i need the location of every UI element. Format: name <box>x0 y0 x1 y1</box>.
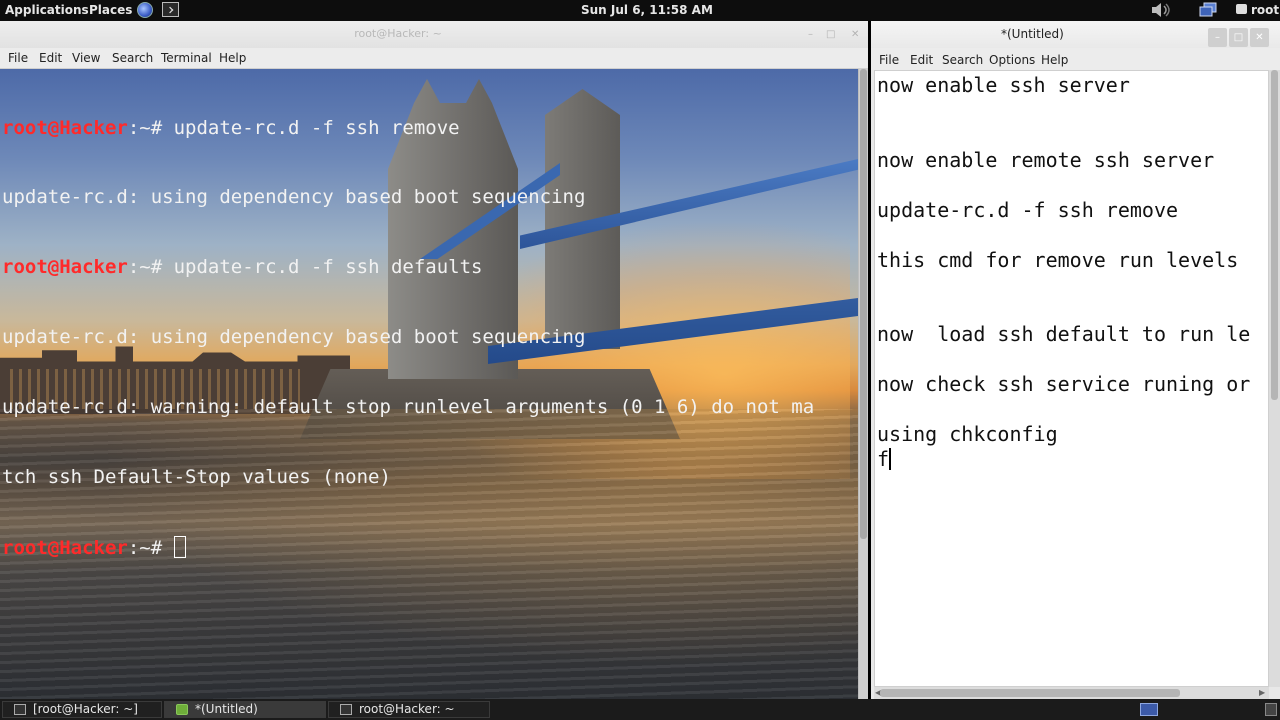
taskbar-item-terminal[interactable]: [root@Hacker: ~] <box>2 701 162 718</box>
prompt-path: :~# <box>127 256 174 279</box>
terminal-menubar: File Edit View Search Terminal Help <box>0 48 868 69</box>
editor-vertical-scrollbar[interactable] <box>1269 70 1280 687</box>
terminal-line: root@Hacker:~# update-rc.d -f ssh remove <box>2 117 814 140</box>
taskbar-item-label: *(Untitled) <box>195 702 258 716</box>
web-browser-icon[interactable] <box>137 2 153 18</box>
menu-file[interactable]: File <box>8 51 28 65</box>
editor-line: now load ssh default to run le <box>877 322 1251 346</box>
menu-file[interactable]: File <box>879 53 899 67</box>
prompt-path: :~# <box>127 536 174 559</box>
user-menu[interactable]: root <box>1251 3 1279 17</box>
editor-line: now check ssh service runing or <box>877 372 1251 396</box>
maximize-button[interactable]: □ <box>826 29 835 40</box>
text-caret <box>889 448 892 470</box>
command-text: update-rc.d -f ssh remove <box>173 116 460 139</box>
menu-view[interactable]: View <box>72 51 100 65</box>
taskbar: [root@Hacker: ~] *(Untitled) root@Hacker… <box>0 699 1280 720</box>
window-controls: – □ ✕ <box>1208 25 1280 47</box>
terminal-scrollbar-thumb[interactable] <box>860 69 867 539</box>
close-button[interactable]: ✕ <box>1250 28 1269 47</box>
text-editor-window[interactable]: *(Untitled) – □ ✕ File Edit Search Options… <box>871 21 1280 699</box>
terminal-scrollbar[interactable] <box>858 69 868 699</box>
prompt-path: :~# <box>127 116 174 139</box>
prompt-user: root@Hacker <box>2 536 128 559</box>
terminal-line: update-rc.d: using dependency based boot… <box>2 186 586 209</box>
terminal-line: update-rc.d: using dependency based boot… <box>2 326 586 349</box>
menu-terminal[interactable]: Terminal <box>161 51 212 65</box>
terminal-line: update-rc.d: warning: default stop runle… <box>2 396 815 419</box>
volume-icon[interactable] <box>1150 2 1172 18</box>
command-text: update-rc.d -f ssh defaults <box>173 256 483 279</box>
clock[interactable]: Sun Jul 6, 11:58 AM <box>581 3 713 17</box>
editor-line: update-rc.d -f ssh remove <box>877 198 1179 222</box>
menu-search[interactable]: Search <box>112 51 153 65</box>
editor-line-text: f <box>877 447 890 471</box>
terminal-titlebar[interactable]: root@Hacker: ~ – □ ✕ <box>0 21 868 48</box>
taskbar-item-label: root@Hacker: ~ <box>359 702 455 716</box>
taskbar-item-editor[interactable]: *(Untitled) <box>164 701 326 718</box>
terminal-window[interactable]: root@Hacker: ~ – □ ✕ File Edit View Sear… <box>0 21 868 699</box>
prompt-user: root@Hacker <box>2 256 128 279</box>
terminal-text: root@Hacker:~# update-rc.d -f ssh remove… <box>2 70 814 606</box>
terminal-icon <box>14 704 26 715</box>
scroll-right-arrow-icon[interactable]: ▶ <box>1259 688 1265 697</box>
editor-titlebar[interactable]: *(Untitled) – □ ✕ <box>871 21 1280 48</box>
terminal-line: tch ssh Default-Stop values (none) <box>2 466 391 489</box>
editor-line: f <box>877 447 892 471</box>
editor-text-area[interactable]: now enable ssh server now enable remote … <box>874 70 1269 687</box>
taskbar-item-terminal-2[interactable]: root@Hacker: ~ <box>328 701 490 718</box>
editor-menubar: File Edit Search Options Help <box>871 48 1280 70</box>
menu-edit[interactable]: Edit <box>910 53 933 67</box>
editor-title: *(Untitled) <box>1001 27 1064 41</box>
top-panel: Applications Places Sun Jul 6, 11:58 AM … <box>0 0 1280 21</box>
terminal-line: root@Hacker:~# update-rc.d -f ssh defaul… <box>2 256 814 279</box>
menu-options[interactable]: Options <box>989 53 1035 67</box>
prompt-user: root@Hacker <box>2 116 128 139</box>
minimize-button[interactable]: – <box>1208 28 1227 47</box>
terminal-icon <box>340 704 352 715</box>
editor-horizontal-scrollbar-thumb[interactable] <box>880 689 1180 697</box>
editor-line: now enable ssh server <box>877 73 1130 97</box>
editor-horizontal-scrollbar[interactable]: ◀ ▶ <box>874 687 1269 699</box>
editor-text: now enable ssh server now enable remote … <box>877 73 1250 471</box>
terminal-launcher-icon[interactable] <box>162 2 179 17</box>
minimize-button[interactable]: – <box>808 29 813 40</box>
menu-search[interactable]: Search <box>942 53 983 67</box>
applications-menu[interactable]: Applications <box>5 3 89 17</box>
workspace-switcher-icon[interactable] <box>1140 703 1158 716</box>
editor-line: now enable remote ssh server <box>877 148 1215 172</box>
trash-icon[interactable] <box>1265 703 1277 716</box>
terminal-title: root@Hacker: ~ <box>354 27 442 40</box>
terminal-line: root@Hacker:~# <box>2 535 814 559</box>
menu-help[interactable]: Help <box>1041 53 1068 67</box>
user-icon <box>1236 4 1247 14</box>
menu-edit[interactable]: Edit <box>39 51 62 65</box>
network-icon[interactable] <box>1199 2 1219 18</box>
close-button[interactable]: ✕ <box>851 29 859 40</box>
taskbar-item-label: [root@Hacker: ~] <box>33 702 138 716</box>
editor-vertical-scrollbar-thumb[interactable] <box>1271 70 1278 400</box>
editor-line: this cmd for remove run levels <box>877 248 1239 272</box>
editor-line: using chkconfig <box>877 422 1058 446</box>
maximize-button[interactable]: □ <box>1229 28 1248 47</box>
text-editor-icon <box>176 704 188 715</box>
terminal-cursor <box>173 535 186 558</box>
places-menu[interactable]: Places <box>89 3 132 17</box>
terminal-output[interactable]: root@Hacker:~# update-rc.d -f ssh remove… <box>0 69 858 699</box>
menu-help[interactable]: Help <box>219 51 246 65</box>
